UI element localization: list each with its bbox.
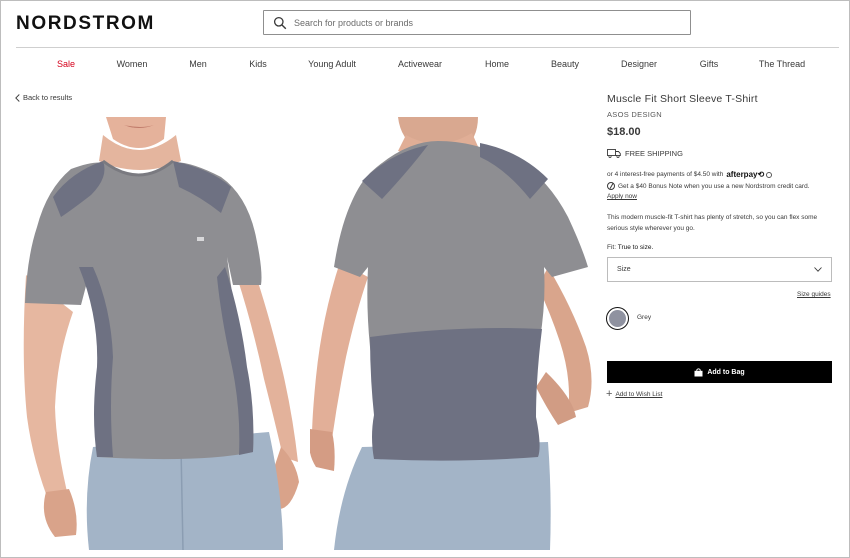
size-dropdown-label: Size bbox=[617, 266, 631, 273]
free-shipping-label: FREE SHIPPING bbox=[625, 149, 683, 158]
nav-item-activewear[interactable]: Activewear bbox=[398, 59, 442, 69]
afterpay-logo: afterpay⟲ bbox=[726, 170, 765, 179]
plus-icon: + bbox=[606, 388, 613, 400]
nav-item-the-thread[interactable]: The Thread bbox=[759, 59, 805, 69]
main-nav: Sale Women Men Kids Young Adult Activewe… bbox=[0, 59, 850, 71]
product-description: This modern muscle-fit T-shirt has plent… bbox=[607, 214, 818, 232]
truck-icon bbox=[607, 149, 621, 158]
chevron-left-icon bbox=[15, 93, 20, 102]
chevron-down-icon bbox=[814, 267, 822, 272]
add-to-wishlist-link[interactable]: + Add to Wish List bbox=[606, 388, 663, 400]
bonus-note: Get a $40 Bonus Note when you use a new … bbox=[607, 182, 810, 190]
fit-info: Fit: True to size. bbox=[607, 244, 653, 251]
bag-icon bbox=[694, 367, 703, 376]
back-to-results-label: Back to results bbox=[23, 93, 73, 102]
nav-item-men[interactable]: Men bbox=[189, 59, 207, 69]
add-to-bag-button[interactable]: Add to Bag bbox=[607, 361, 832, 383]
nav-item-young-adult[interactable]: Young Adult bbox=[308, 59, 356, 69]
add-to-bag-label: Add to Bag bbox=[707, 368, 745, 376]
product-brand[interactable]: ASOS DESIGN bbox=[607, 110, 662, 119]
product-image-front[interactable] bbox=[21, 117, 302, 550]
nav-item-designer[interactable]: Designer bbox=[621, 59, 657, 69]
back-to-results-link[interactable]: Back to results bbox=[15, 93, 72, 102]
installments-text: or 4 interest-free payments of $4.50 wit… bbox=[607, 171, 724, 178]
free-shipping: FREE SHIPPING bbox=[607, 149, 683, 158]
credit-card-icon bbox=[607, 182, 615, 190]
search-input[interactable] bbox=[294, 17, 674, 28]
color-name: Grey bbox=[637, 314, 652, 321]
nav-item-women[interactable]: Women bbox=[117, 59, 148, 69]
search-bar[interactable] bbox=[263, 10, 691, 35]
size-guides-link[interactable]: Size guides bbox=[797, 291, 831, 298]
nav-item-beauty[interactable]: Beauty bbox=[551, 59, 579, 69]
add-to-wishlist-label: Add to Wish List bbox=[615, 390, 663, 398]
info-icon[interactable] bbox=[766, 171, 773, 178]
apply-now-link[interactable]: Apply now bbox=[607, 193, 637, 200]
product-price: $18.00 bbox=[607, 126, 641, 138]
installments-info: or 4 interest-free payments of $4.50 wit… bbox=[607, 170, 773, 179]
color-swatch-grey[interactable] bbox=[606, 307, 629, 330]
header-divider bbox=[16, 47, 839, 48]
nav-item-kids[interactable]: Kids bbox=[249, 59, 267, 69]
nav-item-home[interactable]: Home bbox=[485, 59, 509, 69]
bonus-note-text: Get a $40 Bonus Note when you use a new … bbox=[618, 182, 810, 190]
fit-label: Fit: bbox=[607, 244, 617, 251]
fit-value: True to size. bbox=[617, 244, 654, 251]
search-icon[interactable] bbox=[269, 12, 291, 34]
nav-item-sale[interactable]: Sale bbox=[57, 59, 75, 69]
product-title: Muscle Fit Short Sleeve T-Shirt bbox=[607, 93, 758, 105]
nav-item-gifts[interactable]: Gifts bbox=[700, 59, 719, 69]
size-dropdown[interactable]: Size bbox=[607, 257, 832, 282]
product-image-back[interactable] bbox=[310, 117, 597, 550]
nordstrom-logo[interactable]: NORDSTROM bbox=[16, 13, 155, 35]
